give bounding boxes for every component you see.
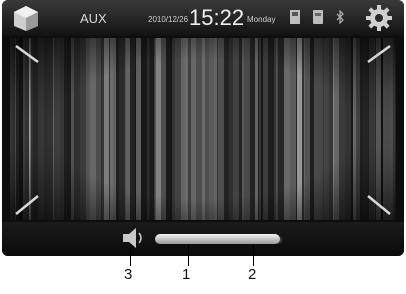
volume-bar <box>2 222 404 256</box>
corner-expand-top-right-icon[interactable] <box>364 42 394 72</box>
time-label: 15:22 <box>189 5 245 30</box>
callout-line-2 <box>253 244 254 266</box>
callout-label-3: 3 <box>124 266 133 283</box>
volume-slider[interactable] <box>155 234 283 244</box>
callout-label-1: 1 <box>182 266 191 283</box>
head-unit-screen: AUX 2010/12/26 15:22 Monday <box>2 0 404 256</box>
volume-slider-fill <box>155 234 281 244</box>
home-icon[interactable] <box>12 4 40 32</box>
bluetooth-icon <box>336 10 344 24</box>
video-noise-image <box>10 38 396 220</box>
corner-expand-bottom-right-icon[interactable] <box>364 188 394 218</box>
callout-line-3 <box>130 244 131 266</box>
settings-gear-icon[interactable] <box>364 3 394 33</box>
date-label: 2010/12/26 <box>148 15 189 24</box>
source-label: AUX <box>80 11 107 26</box>
callout-label-2: 2 <box>248 266 257 283</box>
volume-speaker-icon[interactable] <box>120 226 146 250</box>
video-display-area[interactable] <box>10 38 396 220</box>
corner-expand-bottom-left-icon[interactable] <box>12 188 42 218</box>
corner-expand-top-left-icon[interactable] <box>12 42 42 72</box>
sd-card-icon <box>290 10 300 24</box>
day-label: Monday <box>247 15 276 24</box>
callout-line-1 <box>188 244 189 266</box>
usb-icon <box>313 10 323 24</box>
status-bar: AUX 2010/12/26 15:22 Monday <box>2 0 404 36</box>
